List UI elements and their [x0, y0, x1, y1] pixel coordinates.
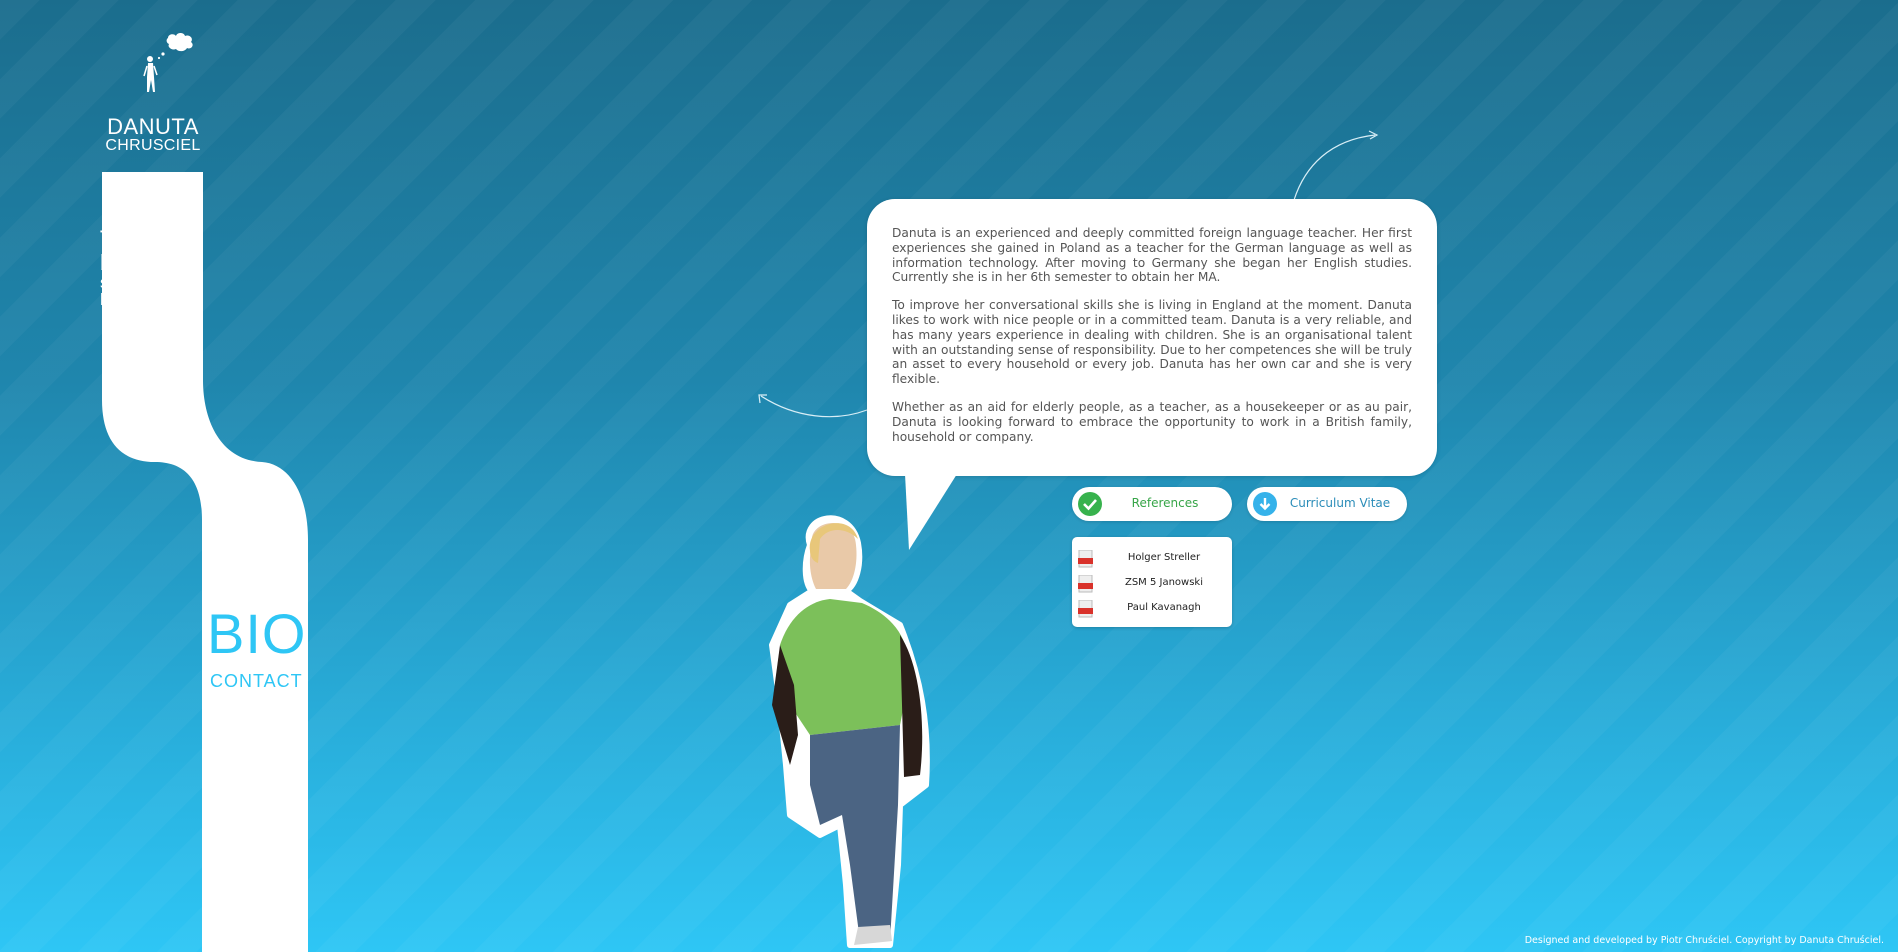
references-button[interactable]: References [1072, 487, 1232, 521]
pdf-icon [1078, 600, 1093, 618]
curriculum-vitae-button[interactable]: Curriculum Vitae [1247, 487, 1407, 521]
portrait-photo [769, 515, 930, 948]
roles-list: teacher babysitter social worker house k… [100, 220, 206, 309]
nav-bio-link[interactable]: BIO [207, 606, 306, 662]
nav-contact-link[interactable]: CONTACT [210, 671, 303, 692]
check-icon [1078, 492, 1102, 516]
role-social-worker: social worker [100, 273, 200, 292]
pdf-icon [1078, 550, 1093, 568]
bio-paragraph: Danuta is an experienced and deeply comm… [892, 226, 1412, 285]
reference-name: Holger Streller [1127, 552, 1201, 563]
reference-name: Paul Kavanagh [1127, 602, 1201, 613]
reference-name: ZSM 5 Janowski [1124, 577, 1204, 588]
references-list: Holger Streller ZSM 5 Janowski Paul Kava… [1072, 537, 1232, 627]
footer-credits: Designed and developed by Piotr Chruście… [1524, 935, 1884, 946]
pdf-icon [1078, 575, 1093, 593]
decorative-arrow-left [758, 394, 868, 418]
decorative-arrow-right [1293, 130, 1379, 201]
bio-paragraph: Whether as an aid for elderly people, as… [892, 399, 1412, 444]
curriculum-vitae-button-label: Curriculum Vitae [1289, 496, 1391, 510]
download-icon [1253, 492, 1277, 516]
logo-woman-icon [143, 33, 193, 92]
role-babysitter: babysitter [100, 250, 196, 275]
reference-item[interactable]: Holger Streller [1072, 546, 1232, 570]
role-house-keeper: house keeper [100, 290, 204, 309]
bio-speech-bubble: Danuta is an experienced and deeply comm… [867, 199, 1437, 476]
reference-item[interactable]: ZSM 5 Janowski [1072, 571, 1232, 595]
bio-paragraph: To improve her conversational skills she… [892, 298, 1412, 387]
brand-last-name: CHRUSCIEL [105, 137, 201, 154]
references-button-label: References [1131, 496, 1199, 510]
role-teacher: teacher [100, 220, 201, 253]
reference-item[interactable]: Paul Kavanagh [1072, 596, 1232, 620]
